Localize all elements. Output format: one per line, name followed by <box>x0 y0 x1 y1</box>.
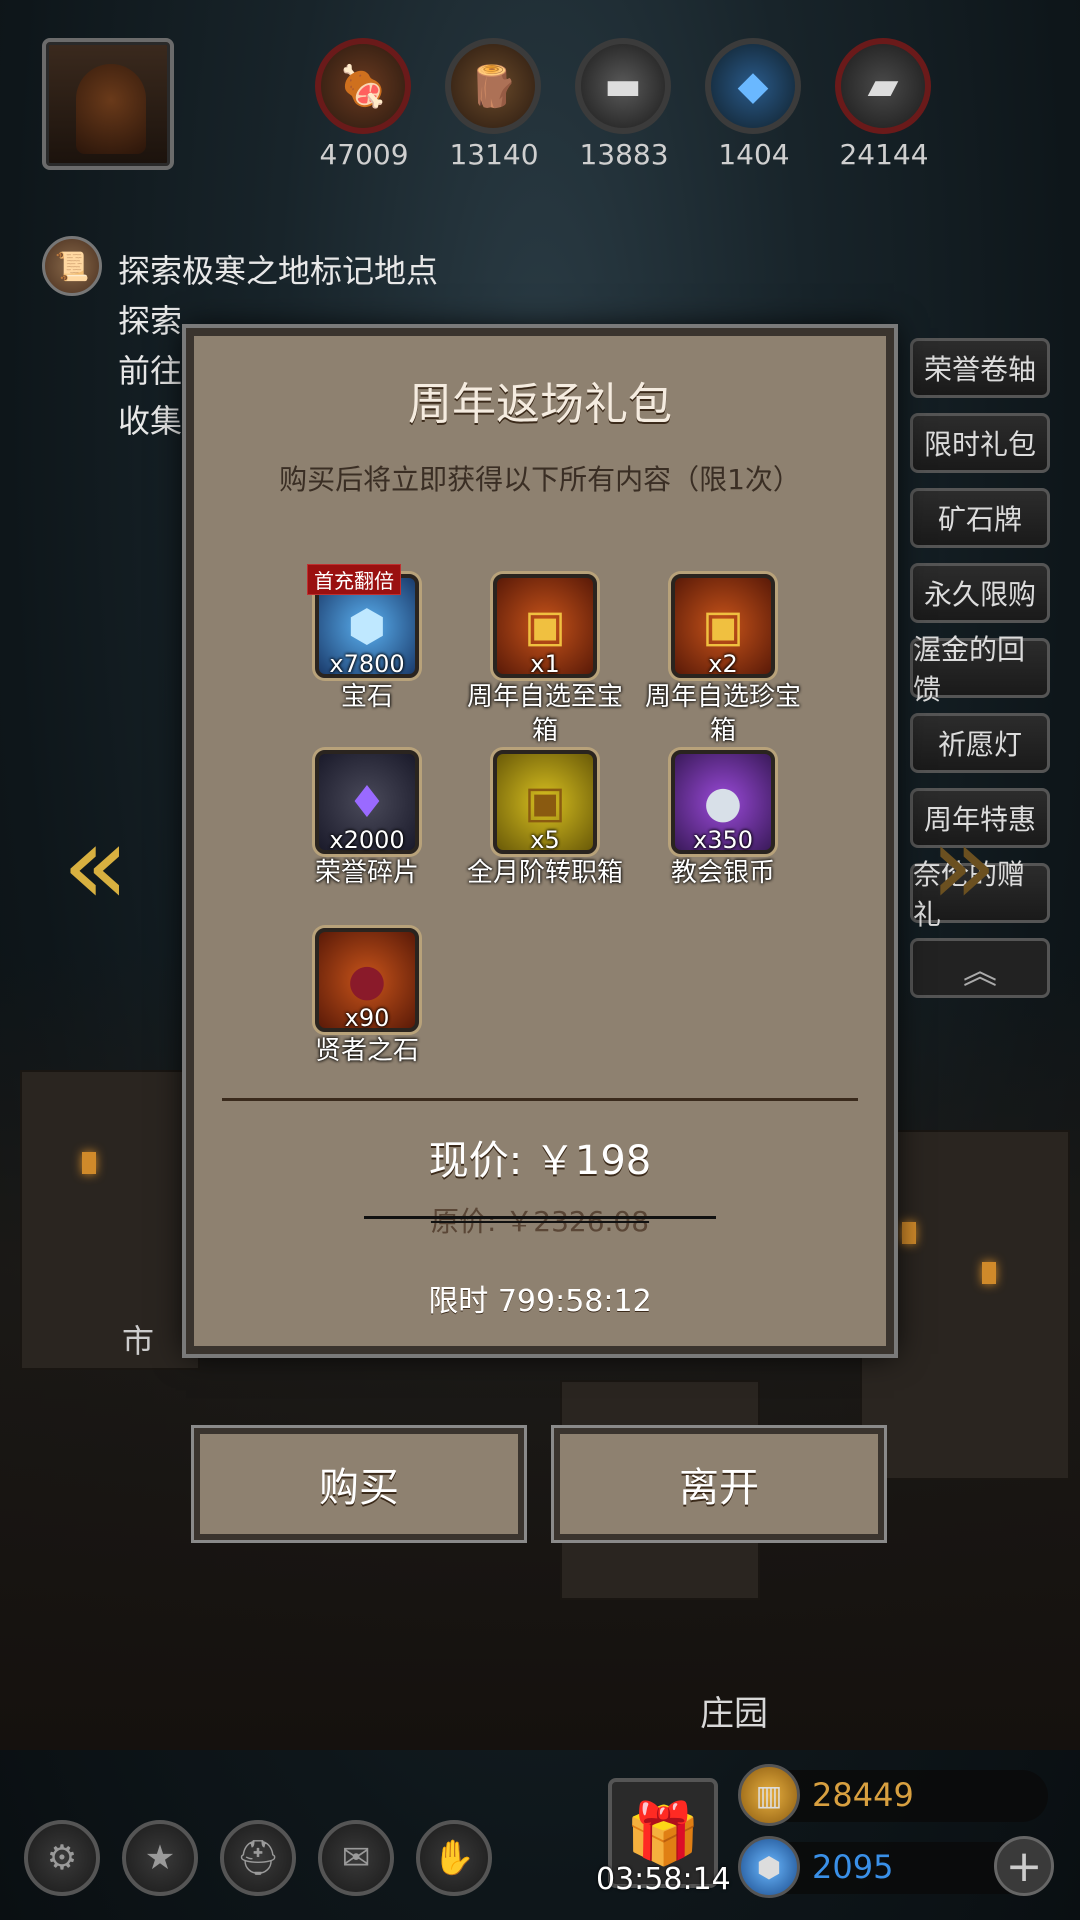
reward-item[interactable]: ● x350 教会银币 <box>633 750 813 890</box>
handshake-icon[interactable]: ✋ <box>416 1820 492 1896</box>
town-label-manor[interactable]: 庄园 <box>700 1686 768 1735</box>
iron-icon: ▬ <box>575 38 671 134</box>
item-quantity: x5 <box>530 826 560 854</box>
gem-icon: 首充翻倍 ⬢ x7800 <box>307 564 419 678</box>
helmet-icon[interactable]: ⛑ <box>220 1820 296 1896</box>
collapse-up-icon[interactable]: ︽ <box>910 938 1050 998</box>
side-item-permanent-limit[interactable]: 永久限购 <box>910 563 1050 623</box>
gem-icon: ⬢ <box>738 1836 800 1898</box>
limited-timer: 限时 799:58:12 <box>428 1284 652 1319</box>
bottom-nav: ⚙ ★ ⛑ ✉ ✋ <box>24 1820 492 1896</box>
gem-currency: ⬢ 2095 + <box>738 1836 1054 1898</box>
resource-value: 47009 <box>319 138 409 171</box>
item-name: 荣誉碎片 <box>314 858 419 888</box>
stone-icon: ● x90 <box>315 928 419 1032</box>
dialog-subtitle: 购买后将立即获得以下所有内容（限1次） <box>279 463 801 496</box>
wood-icon: 🪵 <box>445 38 541 134</box>
divider <box>222 1098 858 1101</box>
page-right-arrow-icon[interactable]: » <box>930 810 997 920</box>
buy-button[interactable]: 购买 <box>194 1428 524 1540</box>
scroll-icon[interactable]: 📜 <box>42 236 102 296</box>
achievement-star-icon[interactable]: ★ <box>122 1820 198 1896</box>
first-charge-badge: 首充翻倍 <box>307 564 401 595</box>
item-quantity: x7800 <box>329 650 405 678</box>
gold-barrel-icon: ▥ <box>738 1764 800 1826</box>
side-item-gold-reward[interactable]: 渥金的回馈 <box>910 633 1050 706</box>
item-name: 周年自选至宝箱 <box>466 682 623 746</box>
hooded-figure-icon <box>76 64 146 154</box>
coin-icon: ● x350 <box>671 750 775 854</box>
chest-icon: ▣ x2 <box>671 574 775 678</box>
settings-gear-icon[interactable]: ⚙ <box>24 1820 100 1896</box>
reward-item[interactable]: ▣ x2 周年自选珍宝箱 <box>633 574 813 748</box>
reward-item[interactable]: ♦ x2000 荣誉碎片 <box>277 750 457 890</box>
item-quantity: x2000 <box>329 826 405 854</box>
gem-value: 2095 <box>812 1848 894 1886</box>
original-price: 原价: ￥2326.08 <box>194 1200 886 1240</box>
gift-timer: 03:58:14 <box>596 1862 731 1897</box>
item-quantity: x90 <box>344 1004 390 1032</box>
resource-iron[interactable]: ▬ 13883 <box>575 38 673 171</box>
side-item-wish-lamp[interactable]: 祈愿灯 <box>910 713 1050 773</box>
reward-item[interactable]: 首充翻倍 ⬢ x7800 宝石 <box>277 564 457 714</box>
resource-value: 13140 <box>449 138 539 171</box>
resource-value: 13883 <box>579 138 669 171</box>
item-name: 贤者之石 <box>314 1036 419 1066</box>
steel-icon: ▰ <box>835 38 931 134</box>
gift-pack-dialog: 周年返场礼包 购买后将立即获得以下所有内容（限1次） 首充翻倍 ⬢ x7800 … <box>186 328 894 1354</box>
leave-button[interactable]: 离开 <box>554 1428 884 1540</box>
quest-line: 探索极寒之地标记地点 <box>118 252 439 290</box>
add-gem-plus-icon[interactable]: + <box>994 1836 1054 1896</box>
gold-value: 28449 <box>812 1776 914 1814</box>
resource-wood[interactable]: 🪵 13140 <box>445 38 543 171</box>
resource-meat[interactable]: 🍖 47009 <box>315 38 413 171</box>
meat-icon: 🍖 <box>315 38 411 134</box>
resource-value: 24144 <box>839 138 929 171</box>
dialog-title: 周年返场礼包 <box>408 379 672 430</box>
side-item-honor-scroll[interactable]: 荣誉卷轴 <box>910 338 1050 398</box>
side-item-ore-plate[interactable]: 矿石牌 <box>910 488 1050 548</box>
resource-steel[interactable]: ▰ 24144 <box>835 38 933 171</box>
side-item-limited-pack[interactable]: 限时礼包 <box>910 413 1050 473</box>
house <box>20 1070 200 1370</box>
resource-bar: 🍖 47009 🪵 13140 ▬ 13883 ◆ 1404 ▰ 24144 <box>315 38 933 171</box>
item-name: 教会银币 <box>670 858 775 888</box>
item-name: 周年自选珍宝箱 <box>644 682 801 746</box>
item-name: 宝石 <box>340 682 393 712</box>
chest-icon: ▣ x1 <box>493 574 597 678</box>
reward-item[interactable]: ▣ x5 全月阶转职箱 <box>455 750 635 890</box>
resource-value: 1404 <box>718 138 790 171</box>
item-quantity: x2 <box>708 650 738 678</box>
item-quantity: x1 <box>530 650 560 678</box>
shard-icon: ♦ x2000 <box>315 750 419 854</box>
reward-item[interactable]: ▣ x1 周年自选至宝箱 <box>455 574 635 748</box>
resource-crystal[interactable]: ◆ 1404 <box>705 38 803 171</box>
item-name: 全月阶转职箱 <box>466 858 623 888</box>
strikethrough-line <box>364 1216 716 1219</box>
current-price: 现价: ￥198 <box>428 1138 652 1184</box>
chest-icon: ▣ x5 <box>493 750 597 854</box>
crystal-icon: ◆ <box>705 38 801 134</box>
gold-currency: ▥ 28449 <box>738 1764 1048 1826</box>
player-avatar[interactable] <box>42 38 174 170</box>
mail-icon[interactable]: ✉ <box>318 1820 394 1896</box>
page-left-arrow-icon[interactable]: « <box>62 810 129 920</box>
original-price-text: 原价: ￥2326.08 <box>430 1205 650 1238</box>
town-label-market[interactable]: 市 <box>122 1316 154 1362</box>
reward-item[interactable]: ● x90 贤者之石 <box>277 928 457 1068</box>
item-quantity: x350 <box>692 826 753 854</box>
